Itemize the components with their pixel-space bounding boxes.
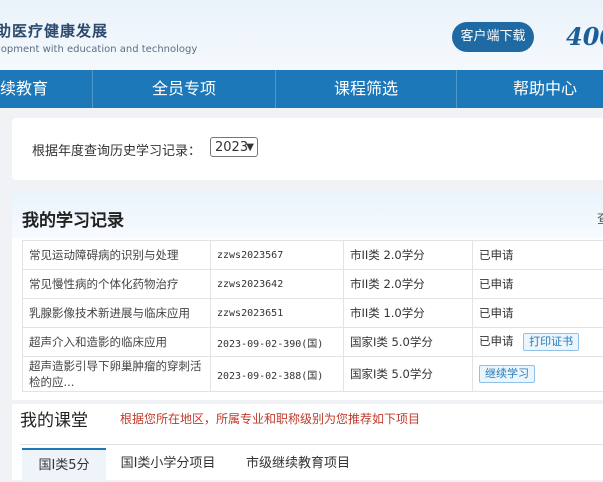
status-cell: 已申请 打印证书 [473, 328, 603, 357]
chevron-down-icon: ▼ [246, 138, 254, 158]
tab-national-class1-5credit[interactable]: 国I类5分 [22, 448, 106, 482]
client-download-button[interactable]: 客户端下载 [452, 22, 534, 52]
course-name[interactable]: 乳腺影像技术新进展与临床应用 [23, 299, 211, 328]
year-select-value: 2023 [215, 140, 248, 155]
nav-item-course-filter[interactable]: 课程筛选 [276, 70, 456, 108]
status-text: 已申请 [479, 248, 514, 262]
table-row: 常见慢性病的个体化药物治疗 zzws2023642 市II类 2.0学分 已申请 [23, 270, 603, 299]
credit-level: 国家I类 5.0学分 [344, 357, 473, 392]
course-name[interactable]: 常见慢性病的个体化药物治疗 [23, 270, 211, 299]
table-row: 超声造影引导下卵巢肿瘤的穿刺活检的应... 2023-09-02-388(国) … [23, 357, 603, 392]
course-code: zzws2023642 [211, 270, 344, 299]
hotline-number: 400 [566, 22, 603, 51]
course-code: 2023-09-02-388(国) [211, 357, 344, 392]
course-code: zzws2023567 [211, 241, 344, 270]
study-records-more-link[interactable]: 查 [597, 208, 603, 227]
course-code: zzws2023651 [211, 299, 344, 328]
course-name[interactable]: 超声造影引导下卵巢肿瘤的穿刺活检的应... [23, 357, 211, 392]
continue-learning-button[interactable]: 继续学习 [479, 365, 535, 383]
table-row: 乳腺影像技术新进展与临床应用 zzws2023651 市II类 1.0学分 已申… [23, 299, 603, 328]
study-records-panel: 我的学习记录 查 常见运动障碍病的识别与处理 zzws2023567 市II类 … [12, 192, 603, 400]
table-row: 常见运动障碍病的识别与处理 zzws2023567 市II类 2.0学分 已申请 [23, 241, 603, 270]
tab-municipal-continuing-education[interactable]: 市级继续教育项目 [236, 448, 360, 480]
nav-item-continuing-education[interactable]: 续教育 [0, 70, 66, 108]
credit-level: 市II类 2.0学分 [344, 270, 473, 299]
year-filter-label: 根据年度查询历史学习记录： [32, 140, 201, 159]
credit-level: 市II类 2.0学分 [344, 241, 473, 270]
site-header: 助医疗健康发展 lopment with education and techn… [0, 0, 603, 71]
study-records-title: 我的学习记录 [22, 206, 124, 231]
status-text: 已申请 [479, 277, 514, 291]
nav-item-help-center[interactable]: 帮助中心 [457, 70, 603, 108]
status-cell: 已申请 [473, 241, 603, 270]
tab-national-class1-small-credit[interactable]: 国I类小学分项目 [112, 448, 224, 480]
course-name[interactable]: 超声介入和造影的临床应用 [23, 328, 211, 357]
credit-level: 市II类 1.0学分 [344, 299, 473, 328]
study-records-header: 我的学习记录 查 [12, 192, 603, 238]
study-records-table: 常见运动障碍病的识别与处理 zzws2023567 市II类 2.0学分 已申请… [22, 240, 603, 392]
my-classroom-title: 我的课堂 [20, 406, 88, 431]
year-select[interactable]: 2023 ▼ [210, 137, 258, 157]
credit-level: 国家I类 5.0学分 [344, 328, 473, 357]
course-code: 2023-09-02-390(国) [211, 328, 344, 357]
nav-item-all-staff[interactable]: 全员专项 [93, 70, 275, 108]
course-name[interactable]: 常见运动障碍病的识别与处理 [23, 241, 211, 270]
my-classroom-panel: 我的课堂 根据您所在地区，所属专业和职称级别为您推荐如下项目 国I类5分 国I类… [12, 404, 603, 480]
print-certificate-button[interactable]: 打印证书 [523, 333, 579, 351]
status-cell: 已申请 [473, 299, 603, 328]
status-cell: 已申请 [473, 270, 603, 299]
status-text: 已申请 [479, 334, 514, 348]
site-subtitle: lopment with education and technology [0, 44, 197, 55]
main-nav: 续教育 全员专项 课程筛选 帮助中心 [0, 70, 603, 108]
status-text: 已申请 [479, 306, 514, 320]
year-filter-panel: 根据年度查询历史学习记录： 2023 ▼ [12, 118, 603, 180]
status-cell: 继续学习 [473, 357, 603, 392]
site-title: 助医疗健康发展 [0, 20, 108, 41]
recommendation-note: 根据您所在地区，所属专业和职称级别为您推荐如下项目 [120, 410, 420, 427]
table-row: 超声介入和造影的临床应用 2023-09-02-390(国) 国家I类 5.0学… [23, 328, 603, 357]
divider [20, 444, 603, 445]
